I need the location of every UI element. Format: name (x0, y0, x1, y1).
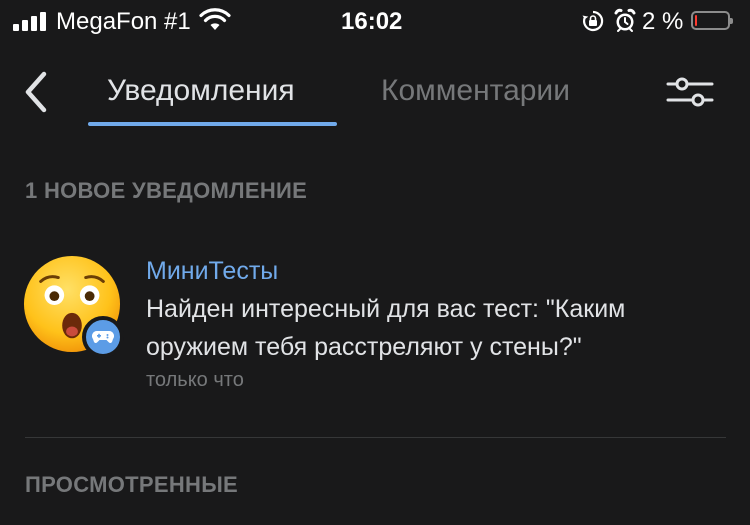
battery-icon (691, 11, 733, 30)
sliders-icon (666, 77, 714, 107)
active-tab-indicator (88, 122, 337, 126)
signal-icon (13, 11, 49, 31)
status-bar: MegaFon #1 16:02 2 % (0, 0, 750, 44)
tab-comments[interactable]: Комментарии (381, 74, 570, 108)
notification-item[interactable]: МиниТесты Найден интересный для вас тест… (0, 240, 750, 410)
notification-sender[interactable]: МиниТесты (146, 257, 278, 286)
notification-text: Найден интересный для вас тест: "Каким о… (146, 295, 626, 361)
gamepad-icon (92, 331, 114, 343)
back-button[interactable] (20, 70, 54, 114)
app-badge (82, 316, 124, 358)
clock: 16:02 (341, 8, 403, 35)
filter-button[interactable] (664, 74, 716, 110)
notification-time: только что (146, 369, 244, 391)
divider (25, 437, 726, 438)
carrier-name: MegaFon #1 (56, 8, 191, 35)
rotation-lock-icon (582, 10, 604, 32)
battery-percent: 2 % (642, 8, 684, 35)
section-title-viewed: ПРОСМОТРЕННЫЕ (25, 472, 239, 497)
chevron-left-icon (25, 71, 47, 113)
wifi-icon (199, 8, 231, 30)
tab-notifications[interactable]: Уведомления (107, 74, 295, 108)
alarm-icon (614, 8, 636, 32)
section-title-new: 1 НОВОЕ УВЕДОМЛЕНИЕ (25, 178, 308, 203)
